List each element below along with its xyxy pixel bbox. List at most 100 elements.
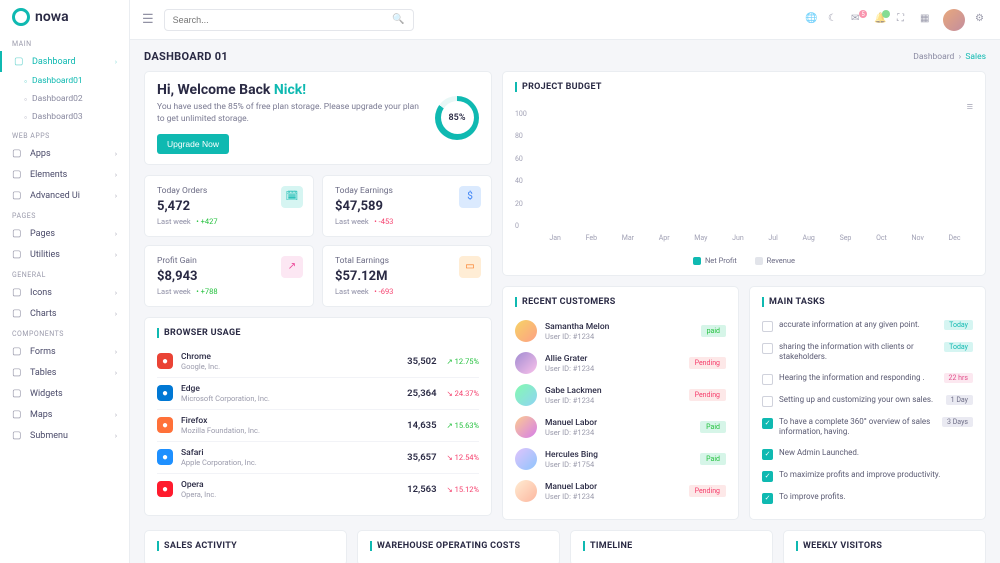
task-checkbox[interactable]: ✓ [762,449,773,460]
task-row: ✓ To maximize profits and improve produc… [762,465,973,487]
welcome-card: Hi, Welcome Back Nick! You have used the… [144,71,492,165]
upgrade-button[interactable]: Upgrade Now [157,134,229,154]
browser-trend: ↗ 12.75% [447,357,479,366]
task-checkbox[interactable] [762,343,773,354]
task-tag: 1 Day [946,395,973,405]
nav-item-apps[interactable]: ▢Apps› [0,143,129,164]
customer-id: User ID: #1234 [545,364,689,373]
nav-item-widgets[interactable]: ▢Widgets [0,383,129,404]
stat-delta: Last week • -453 [335,217,479,226]
nav-item-submenu[interactable]: ▢ Submenu › [0,425,129,446]
customer-id: User ID: #1234 [545,396,689,405]
nav-icon: ▢ [12,287,23,298]
task-checkbox[interactable]: ✓ [762,493,773,504]
mail-icon[interactable]: ✉5 [851,13,864,26]
sub-item-dashboard02[interactable]: Dashboard02 [0,90,129,108]
legend-item[interactable]: Net Profit [693,256,737,265]
grid-icon[interactable]: ▦ [920,13,933,26]
legend-label: Net Profit [705,256,737,265]
moon-icon[interactable]: ☾ [828,13,841,26]
footer-title: WAREHOUSE OPERATING COSTS [370,541,547,551]
task-checkbox[interactable] [762,374,773,385]
nav-item-dashboard[interactable]: ▢Dashboard› [0,51,129,72]
customer-name: Allie Grater [545,354,689,364]
browser-name: Safari [181,448,407,458]
globe-icon[interactable]: 🌐 [805,13,818,26]
task-text: accurate information at any given point. [779,320,938,330]
search-icon[interactable]: 🔍 [392,14,404,25]
browser-value: 25,364 [407,388,436,399]
browser-name: Chrome [181,352,407,362]
recent-customers-card: RECENT CUSTOMERS Samantha MelonUser ID: … [502,286,739,520]
crumb-leaf[interactable]: Sales [965,52,986,62]
stat-label: Total Earnings [335,256,479,266]
customer-avatar [515,480,537,502]
customer-avatar [515,448,537,470]
stat-icon: $ [459,186,481,208]
chevron-icon: › [115,432,117,440]
chevron-icon: › [115,230,117,238]
stat-card-today-orders: Today Orders 5,472 Last week • +427 🗓 [144,175,314,237]
sidebar: nowa MAIN▢Dashboard›Dashboard01Dashboard… [0,0,130,563]
chevron-icon: › [115,251,117,259]
customer-name: Gabe Lackmen [545,386,689,396]
nav-item-tables[interactable]: ▢Tables› [0,362,129,383]
search-input[interactable] [173,15,393,25]
nav-item-advanced-ui[interactable]: ▢Advanced Ui› [0,185,129,206]
sub-item-dashboard03[interactable]: Dashboard03 [0,108,129,126]
task-checkbox[interactable] [762,396,773,407]
bell-icon[interactable]: 🔔 [874,13,887,26]
task-checkbox[interactable] [762,321,773,332]
customer-row: Hercules BingUser ID: #1754 Paid [515,443,726,475]
nav-item-charts[interactable]: ▢Charts› [0,303,129,324]
nav-item-utilities[interactable]: ▢ Utilities › [0,244,129,265]
nav-label: Utilities [30,250,108,260]
legend-swatch [693,257,701,265]
brand-logo[interactable]: nowa [0,0,129,34]
hamburger-icon[interactable]: ☰ [142,12,154,27]
customer-id: User ID: #1234 [545,428,700,437]
nav-item-maps[interactable]: ▢Maps› [0,404,129,425]
search-box[interactable]: 🔍 [164,9,414,31]
stat-label: Profit Gain [157,256,301,266]
status-badge: Pending [689,485,726,497]
task-checkbox[interactable]: ✓ [762,471,773,482]
page-title: DASHBOARD 01 [144,50,228,63]
stat-value: $57.12M [335,269,479,284]
nav-label: Submenu [30,431,108,441]
stat-icon: ↗ [281,256,303,278]
stat-card-profit-gain: Profit Gain $8,943 Last week • +788 ↗ [144,245,314,307]
nav-item-icons[interactable]: ▢Icons› [0,282,129,303]
sub-item-dashboard01[interactable]: Dashboard01 [0,72,129,90]
task-tag: Today [944,342,973,352]
nav-label: Charts [30,309,108,319]
nav-item-pages[interactable]: ▢Pages› [0,223,129,244]
nav-icon: ▢ [12,249,23,260]
task-checkbox[interactable]: ✓ [762,418,773,429]
nav-icon: ▢ [14,56,25,67]
legend-item[interactable]: Revenue [755,256,795,265]
browser-trend: ↘ 12.54% [447,453,479,462]
task-text: To maximize profits and improve producti… [779,470,973,480]
user-avatar[interactable] [943,9,965,31]
nav-item-forms[interactable]: ▢Forms› [0,341,129,362]
crumb-root[interactable]: Dashboard [913,52,954,62]
nav-label: Advanced Ui [30,191,108,201]
browser-vendor: Google, Inc. [181,362,407,371]
task-row: accurate information at any given point.… [762,315,973,337]
nav-item-elements[interactable]: ▢Elements› [0,164,129,185]
nav-label: Forms [30,347,108,357]
breadcrumb: Dashboard › Sales [913,52,986,62]
fullscreen-icon[interactable]: ⛶ [897,13,910,26]
customer-row: Gabe LackmenUser ID: #1234 Pending [515,379,726,411]
topbar: ☰ 🔍 🌐 ☾ ✉5 🔔 ⛶ ▦ ⚙ [130,0,1000,40]
legend-label: Revenue [767,256,795,265]
nav-icon: ▢ [12,430,23,441]
settings-icon[interactable]: ⚙ [975,13,988,26]
browser-name: Firefox [181,416,407,426]
logo-icon [12,8,30,26]
customer-avatar [515,416,537,438]
main-tasks-card: MAIN TASKS accurate information at any g… [749,286,986,520]
nav-icon: ▢ [12,308,23,319]
footer-card: WEEKLY VISITORS [783,530,986,563]
